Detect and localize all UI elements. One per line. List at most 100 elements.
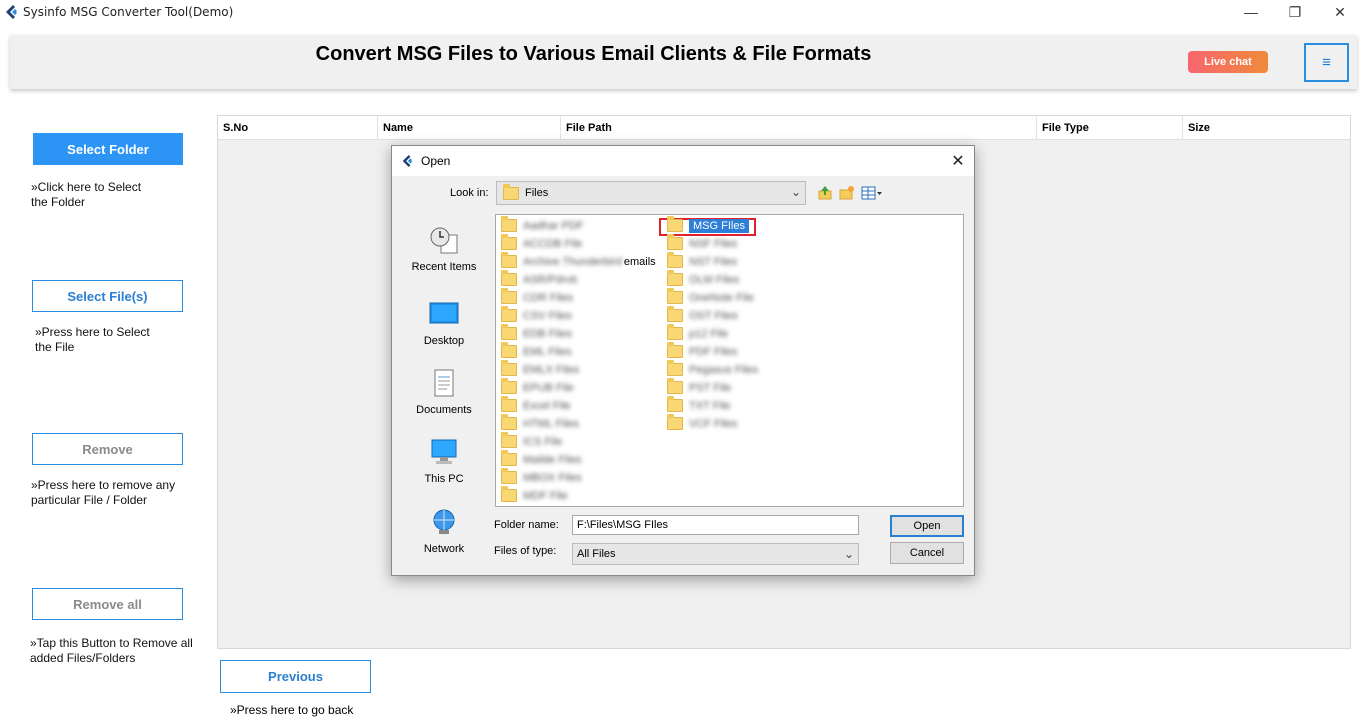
look-in-dropdown[interactable]: Files ⌄ <box>496 181 806 205</box>
list-item[interactable]: Pegasus Files <box>667 360 758 378</box>
page-title: Convert MSG Files to Various Email Clien… <box>315 43 872 65</box>
folder-name-field[interactable]: F:\Files\MSG FIles <box>572 515 859 535</box>
app-logo-icon <box>402 155 413 167</box>
folder-icon <box>501 270 517 286</box>
view-menu-icon[interactable] <box>860 184 884 202</box>
places-bar: Recent Items Desktop Documents This PC N… <box>402 214 486 564</box>
list-item[interactable]: Mailde Files <box>501 450 582 468</box>
list-item[interactable]: ASR/Pdrvb <box>501 270 577 288</box>
close-window-button[interactable]: ✕ <box>1317 0 1363 24</box>
column-name[interactable]: Name <box>378 116 561 140</box>
list-item[interactable]: ICS File <box>501 432 562 450</box>
list-item[interactable]: Aadhar PDF <box>501 216 584 234</box>
select-files-hint: »Press here to Select the File <box>35 325 150 354</box>
list-item[interactable]: Archive Thunderbird emails <box>501 252 656 270</box>
list-item[interactable]: MBOX Files <box>501 468 582 486</box>
place-recent-items[interactable]: Recent Items <box>402 226 486 286</box>
files-of-type-value: All Files <box>577 548 616 560</box>
place-network[interactable]: Network <box>402 508 486 568</box>
hamburger-menu-icon: ≡ <box>1322 54 1331 71</box>
folder-icon <box>503 183 519 200</box>
list-item[interactable]: PDF Files <box>667 342 737 360</box>
place-label: This PC <box>424 473 464 485</box>
list-item[interactable]: OST Files <box>667 306 738 324</box>
cancel-button[interactable]: Cancel <box>890 542 964 564</box>
new-folder-icon[interactable] <box>838 184 856 202</box>
list-item[interactable]: CDR Files <box>501 288 573 306</box>
window-titlebar: Sysinfo MSG Converter Tool(Demo) — ❐ ✕ <box>0 0 1366 26</box>
folder-icon <box>501 378 517 394</box>
place-label: Documents <box>416 404 472 416</box>
list-item[interactable]: EMLX Files <box>501 360 579 378</box>
folder-list[interactable]: Aadhar PDF ACCDB File Archive Thunderbir… <box>495 214 964 507</box>
folder-icon <box>667 414 683 430</box>
column-size[interactable]: Size <box>1183 116 1350 140</box>
place-label: Desktop <box>423 335 465 347</box>
select-folder-hint: »Click here to Select the Folder <box>31 180 142 209</box>
folder-icon <box>667 360 683 376</box>
list-item[interactable]: NSF Files <box>667 234 737 252</box>
restore-button[interactable]: ❐ <box>1272 0 1318 24</box>
remove-all-button[interactable]: Remove all <box>32 588 183 620</box>
select-files-button[interactable]: Select File(s) <box>32 280 183 312</box>
list-item[interactable]: CSV Files <box>501 306 572 324</box>
folder-icon <box>501 324 517 340</box>
look-in-label: Look in: <box>450 187 489 199</box>
previous-hint: »Press here to go back <box>230 703 354 717</box>
folder-icon <box>501 234 517 250</box>
folder-icon <box>667 216 683 232</box>
place-desktop[interactable]: Desktop <box>402 300 486 360</box>
folder-name-label: Folder name: <box>494 519 559 531</box>
app-logo-icon <box>6 5 17 19</box>
list-item[interactable]: NST Files <box>667 252 737 270</box>
previous-button[interactable]: Previous <box>220 660 371 693</box>
list-item[interactable]: p12 File <box>667 324 728 342</box>
list-item[interactable]: Excel File <box>501 396 571 414</box>
list-item[interactable]: ACCDB File <box>501 234 582 252</box>
remove-hint: »Press here to remove any particular Fil… <box>31 478 176 507</box>
list-item[interactable]: EPUB File <box>501 378 574 396</box>
files-of-type-dropdown[interactable]: All Files ⌄ <box>572 543 859 565</box>
place-documents[interactable]: Documents <box>402 369 486 429</box>
list-item[interactable]: VCF Files <box>667 414 737 432</box>
up-one-level-icon[interactable] <box>816 184 834 202</box>
folder-icon <box>501 486 517 502</box>
folder-icon <box>667 342 683 358</box>
folder-icon <box>667 396 683 412</box>
header-banner: Convert MSG Files to Various Email Clien… <box>10 35 1357 89</box>
column-sno[interactable]: S.No <box>218 116 378 140</box>
minimize-button[interactable]: — <box>1228 0 1274 24</box>
open-dialog: Open ✕ Look in: Files ⌄ Recent Items Des… <box>391 145 975 576</box>
column-file-type[interactable]: File Type <box>1037 116 1183 140</box>
window-title: Sysinfo MSG Converter Tool(Demo) <box>23 5 234 19</box>
place-label: Network <box>423 543 465 555</box>
folder-icon <box>501 414 517 430</box>
recent-items-icon <box>430 227 458 254</box>
folder-icon <box>501 450 517 466</box>
list-item-selected[interactable]: MSG FIles <box>667 216 749 234</box>
folder-icon <box>667 288 683 304</box>
chevron-down-icon: ⌄ <box>843 547 854 561</box>
list-item[interactable]: EDB Files <box>501 324 572 342</box>
folder-icon <box>501 216 517 232</box>
list-item[interactable]: OneNote File <box>667 288 754 306</box>
folder-icon <box>501 306 517 322</box>
menu-button[interactable]: ≡ <box>1304 43 1349 82</box>
open-button[interactable]: Open <box>890 515 964 537</box>
remove-button[interactable]: Remove <box>32 433 183 465</box>
list-item[interactable]: EML Files <box>501 342 572 360</box>
select-folder-button[interactable]: Select Folder <box>33 133 183 165</box>
live-chat-button[interactable]: Live chat <box>1188 51 1268 73</box>
this-pc-icon <box>431 439 457 464</box>
column-file-path[interactable]: File Path <box>561 116 1037 140</box>
dialog-close-button[interactable]: ✕ <box>944 149 972 173</box>
folder-icon <box>501 342 517 358</box>
list-item[interactable]: OLM Files <box>667 270 739 288</box>
list-item[interactable]: HTML Files <box>501 414 579 432</box>
list-item[interactable]: PST File <box>667 378 731 396</box>
place-this-pc[interactable]: This PC <box>402 438 486 498</box>
dialog-title: Open <box>421 154 451 168</box>
folder-icon <box>667 252 683 268</box>
list-item[interactable]: MDF File <box>501 486 568 504</box>
list-item[interactable]: TXT File <box>667 396 730 414</box>
